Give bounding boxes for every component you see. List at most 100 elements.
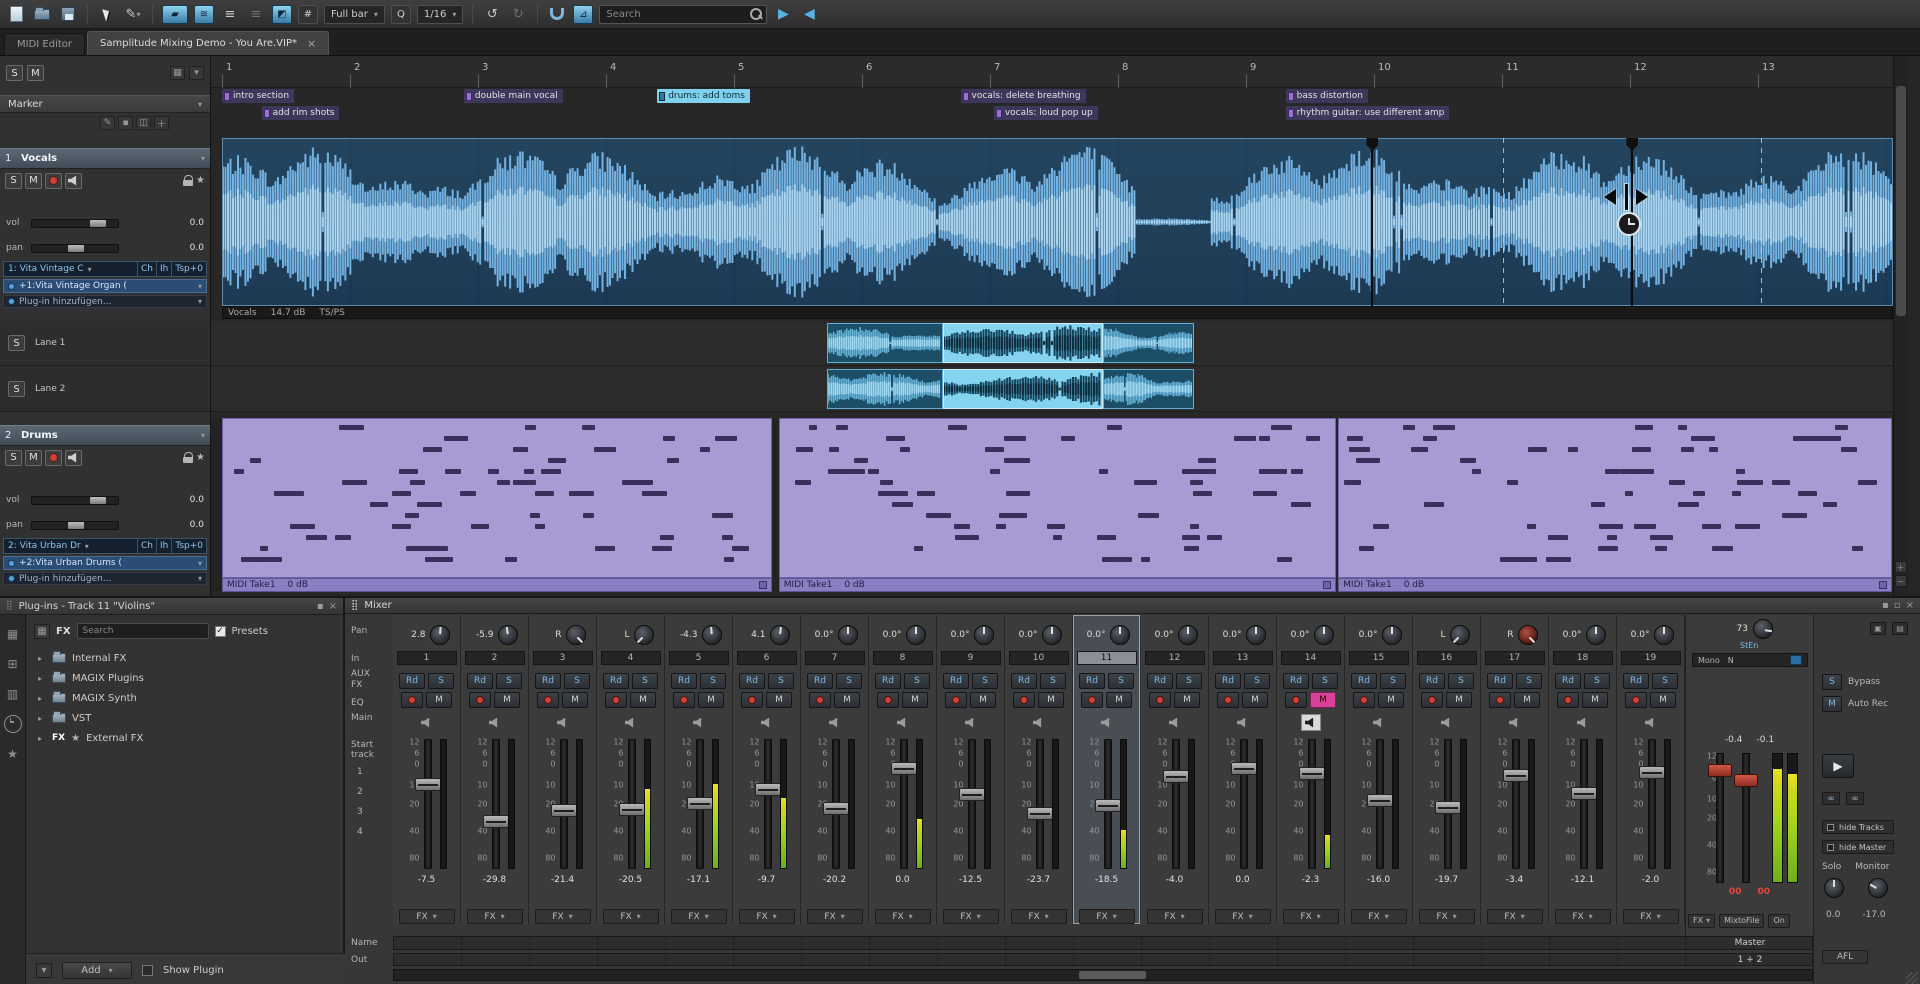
channel-number-button[interactable]: 13 xyxy=(1213,651,1273,665)
fx-dropdown[interactable]: FX▾ xyxy=(1555,909,1611,924)
mixer-horizontal-scrollbar[interactable] xyxy=(393,969,1813,981)
lock-icon[interactable] xyxy=(1323,581,1331,589)
solo-button[interactable]: S xyxy=(836,673,862,689)
start-track-number[interactable]: 2 xyxy=(357,787,363,797)
mixer-channel-1[interactable]: 2.81RdSM126010204080-7.5FX▾ xyxy=(393,615,461,924)
mixer-channel-9[interactable]: 0.0°9RdSM126010204080-12.5FX▾ xyxy=(937,615,1005,924)
mixer-channel-7[interactable]: 0.0°7RdSM126010204080-20.2FX▾ xyxy=(801,615,869,924)
record-button[interactable] xyxy=(1557,692,1579,708)
add-plugin-button[interactable]: Add ▾ xyxy=(62,962,132,979)
marker-add-rim-shots[interactable]: add rim shots xyxy=(262,106,340,120)
monitor-speaker-icon[interactable] xyxy=(1573,714,1593,731)
mixer-channel-17[interactable]: R17RdSM126010204080-3.4FX▾ xyxy=(1481,615,1549,924)
channel-number-button[interactable]: 18 xyxy=(1553,651,1613,665)
lane-clip[interactable] xyxy=(827,369,942,409)
mute-button[interactable]: M xyxy=(766,692,792,708)
monitor-speaker-icon[interactable] xyxy=(893,714,913,731)
channel-number-button[interactable]: 6 xyxy=(737,651,797,665)
mixer-channel-11[interactable]: 0.0°11RdSM126010204080-18.5FX▾ xyxy=(1073,615,1141,924)
draw-tool-icon[interactable]: ✎▾ xyxy=(123,4,143,24)
list-view-2-icon[interactable]: ≡ xyxy=(246,4,266,24)
star-icon[interactable]: ★ xyxy=(196,452,205,463)
solo-button[interactable]: S xyxy=(700,673,726,689)
link-channels-icon[interactable]: ∞ xyxy=(1822,792,1840,805)
fader-track[interactable] xyxy=(1240,739,1248,869)
chevron-right-icon[interactable]: ▸ xyxy=(38,714,46,723)
go-to-start-button[interactable]: ◀ xyxy=(799,4,819,24)
fx-dropdown[interactable]: FX▾ xyxy=(603,909,659,924)
mixer-channel-15[interactable]: 0.0°15RdSM126010204080-16.0FX▾ xyxy=(1345,615,1413,924)
channel-number-button[interactable]: 17 xyxy=(1485,651,1545,665)
add-plugin-slot[interactable]: Plug-in hinzufügen... ▾ xyxy=(3,572,207,585)
mute-button[interactable]: M xyxy=(698,692,724,708)
record-ready-button[interactable]: Rd xyxy=(1079,673,1105,689)
open-project-icon[interactable] xyxy=(32,4,52,24)
record-button[interactable] xyxy=(605,692,627,708)
volume-fader[interactable] xyxy=(1639,766,1665,779)
fx-dropdown[interactable]: FX▾ xyxy=(1623,909,1679,924)
lane-solo-button[interactable]: S xyxy=(8,381,25,397)
crossfade-mode-icon[interactable]: ◩ xyxy=(272,5,292,24)
record-button[interactable] xyxy=(1013,692,1035,708)
plugin-folder-internal-fx[interactable]: ▸Internal FX xyxy=(26,648,345,668)
volume-fader[interactable] xyxy=(1571,787,1597,800)
track-title-bar[interactable]: 1 Vocals ▾ xyxy=(0,148,210,169)
midi-object[interactable] xyxy=(1338,418,1892,578)
plugin-folder-vst[interactable]: ▸VST xyxy=(26,708,345,728)
mixer-channel-4[interactable]: L4RdSM126010204080-20.5FX▾ xyxy=(597,615,665,924)
midi-object[interactable] xyxy=(222,418,772,578)
marker-rhythm-guitar-use-different-amp[interactable]: rhythm guitar: use different amp xyxy=(1286,106,1450,120)
object-mode-icon[interactable]: ▰ xyxy=(162,5,188,24)
global-solo-button[interactable]: S xyxy=(6,65,23,81)
chevron-right-icon[interactable]: ▸ xyxy=(38,654,46,663)
record-ready-button[interactable]: Rd xyxy=(807,673,833,689)
record-ready-button[interactable]: Rd xyxy=(1147,673,1173,689)
track-record-button[interactable] xyxy=(45,173,62,189)
track-record-button[interactable] xyxy=(45,450,62,466)
grid-select[interactable]: Full bar ▾ xyxy=(324,5,385,24)
chevron-down-icon[interactable]: ▾ xyxy=(198,574,202,583)
record-ready-button[interactable]: Rd xyxy=(1215,673,1241,689)
monitor-speaker-icon[interactable] xyxy=(1641,714,1661,731)
marker-vocals-delete-breathing[interactable]: vocals: delete breathing xyxy=(961,89,1086,103)
drag-grip-icon[interactable]: ⣿ xyxy=(351,600,358,611)
channel-number-button[interactable]: 2 xyxy=(465,651,525,665)
fx-dropdown[interactable]: FX▾ xyxy=(399,909,455,924)
monitor-speaker-icon[interactable] xyxy=(1029,714,1049,731)
channel-number-button[interactable]: 16 xyxy=(1417,651,1477,665)
volume-fader[interactable] xyxy=(959,788,985,801)
pan-knob[interactable] xyxy=(974,625,994,645)
zoom-out-icon[interactable]: − xyxy=(1895,575,1907,587)
fx-dropdown[interactable]: FX▾ xyxy=(943,909,999,924)
record-button[interactable] xyxy=(673,692,695,708)
record-ready-button[interactable]: Rd xyxy=(535,673,561,689)
io-segment[interactable]: Ih xyxy=(156,539,171,553)
bar-number[interactable]: 13 xyxy=(1762,62,1775,73)
mute-button[interactable]: M xyxy=(1106,692,1132,708)
master-fader-right[interactable] xyxy=(1734,774,1758,787)
view-mode-icon[interactable]: ▦ xyxy=(34,624,50,639)
add-plugin-slot[interactable]: Plug-in hinzufügen... ▾ xyxy=(3,295,207,308)
channel-number-button[interactable]: 12 xyxy=(1145,651,1205,665)
volume-fader[interactable] xyxy=(1503,769,1529,782)
marker-track-header[interactable]: Marker ▾ xyxy=(0,95,210,113)
pan-knob[interactable] xyxy=(634,625,654,645)
solo-button[interactable]: S xyxy=(972,673,998,689)
pan-knob[interactable] xyxy=(430,625,450,645)
mixer-channel-18[interactable]: 0.0°18RdSM126010204080-12.1FX▾ xyxy=(1549,615,1617,924)
fx-dropdown[interactable]: FX▾ xyxy=(807,909,863,924)
monitor-speaker-icon[interactable] xyxy=(621,714,641,731)
pan-knob[interactable] xyxy=(1246,625,1266,645)
resize-grip[interactable] xyxy=(1906,972,1918,984)
lock-icon[interactable] xyxy=(1879,581,1887,589)
n-label[interactable]: N xyxy=(1728,656,1734,665)
scrollbar-thumb[interactable] xyxy=(1896,86,1906,316)
fader-track[interactable] xyxy=(764,739,772,869)
monitor-speaker-icon[interactable] xyxy=(1165,714,1185,731)
start-track-number[interactable]: 4 xyxy=(357,827,363,837)
marker-range-icon[interactable]: ◫ xyxy=(136,116,151,130)
record-ready-button[interactable]: Rd xyxy=(1623,673,1649,689)
channel-number-button[interactable]: 3 xyxy=(533,651,593,665)
solo-button[interactable]: S xyxy=(1516,673,1542,689)
bypass-label[interactable]: Bypass xyxy=(1848,677,1880,687)
